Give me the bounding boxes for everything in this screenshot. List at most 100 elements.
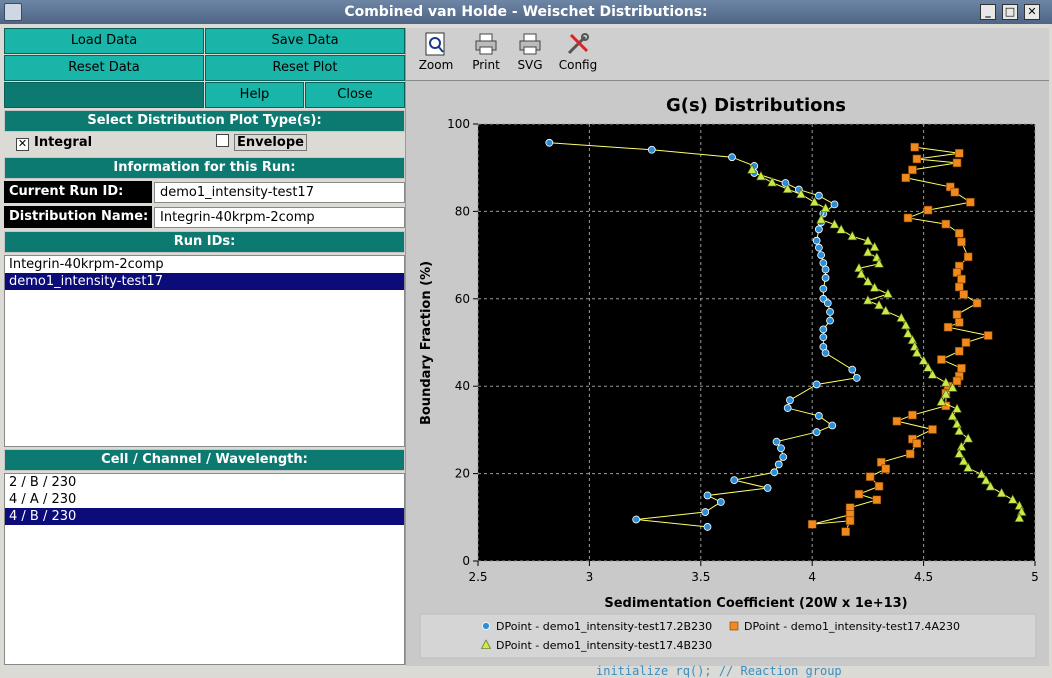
data-point	[828, 421, 837, 430]
button-spacer	[4, 82, 204, 108]
list-item-selected[interactable]: 4 / B / 230	[5, 508, 404, 525]
data-point	[928, 425, 937, 434]
data-point	[950, 187, 960, 197]
config-label: Config	[558, 58, 598, 72]
print-label: Print	[472, 58, 500, 72]
window-title: Combined van Holde - Weischet Distributi…	[344, 4, 708, 20]
data-point	[814, 243, 823, 252]
data-point	[983, 331, 993, 340]
data-point	[952, 376, 962, 386]
reset-data-button[interactable]: Reset Data	[4, 55, 204, 81]
current-run-field[interactable]: demo1_intensity-test17	[154, 182, 405, 203]
data-point	[972, 298, 982, 308]
data-point	[826, 308, 834, 316]
data-point	[826, 316, 834, 325]
y-tick-label: 0	[462, 554, 470, 568]
data-point	[770, 468, 779, 477]
data-point	[819, 325, 828, 334]
x-tick-label: 5	[1031, 570, 1039, 584]
data-point	[912, 439, 922, 448]
data-point	[830, 200, 839, 209]
data-point	[908, 165, 917, 175]
data-point	[954, 346, 964, 356]
list-item[interactable]: Integrin-40krpm-2comp	[5, 256, 404, 273]
data-point	[903, 213, 913, 223]
y-tick-label: 80	[455, 204, 470, 218]
help-button[interactable]: Help	[205, 82, 304, 108]
plot-area: G(s) Distributions 2.5 3 3.5 4 4.5 5 0 20 40 60 80…	[406, 80, 1049, 666]
data-point	[957, 363, 966, 373]
integral-checkbox[interactable]: ✕ Integral	[16, 132, 92, 154]
svg-tool[interactable]: SVG	[508, 32, 552, 72]
data-point	[954, 228, 964, 238]
chart[interactable]: G(s) Distributions 2.5 3 3.5 4 4.5 5 0 20 40 60 80…	[406, 81, 1049, 666]
data-point	[845, 516, 855, 526]
print-tool[interactable]: Print	[464, 32, 508, 72]
zoom-icon	[425, 32, 445, 56]
envelope-checkbox[interactable]: Envelope	[216, 132, 307, 154]
integral-label: Integral	[34, 135, 93, 150]
legend-label: DPoint - demo1_intensity-test17.4B230	[496, 639, 712, 652]
maximize-icon[interactable]: □	[1002, 4, 1018, 20]
background-terminal-text: initialize rq(); // Reaction group	[596, 664, 842, 678]
cells-list[interactable]: 2 / B / 230 4 / A / 230 4 / B / 230	[4, 473, 405, 665]
data-point	[772, 437, 781, 446]
data-point	[814, 191, 823, 200]
load-data-button[interactable]: Load Data	[4, 28, 204, 54]
data-point	[959, 290, 969, 299]
x-tick-label: 2.5	[468, 570, 487, 584]
zoom-tool[interactable]: Zoom	[414, 32, 458, 72]
list-item[interactable]: 2 / B / 230	[5, 474, 404, 491]
wrench-screwdriver-icon	[567, 33, 589, 55]
data-point	[647, 145, 656, 154]
data-point	[812, 428, 821, 436]
legend-marker	[482, 622, 490, 630]
data-point	[817, 251, 826, 260]
legend-label: DPoint - demo1_intensity-test17.2B230	[496, 620, 712, 633]
save-data-button[interactable]: Save Data	[205, 28, 405, 54]
data-point	[912, 154, 922, 164]
plot-type-heading: Select Distribution Plot Type(s):	[4, 110, 405, 132]
data-point	[819, 259, 828, 267]
run-ids-list[interactable]: Integrin-40krpm-2comp demo1_intensity-te…	[4, 255, 405, 447]
close-window-icon[interactable]: ✕	[1024, 4, 1040, 20]
data-point	[701, 508, 710, 516]
data-point	[954, 282, 964, 292]
distribution-name-field[interactable]: Integrin-40krpm-2comp	[154, 207, 405, 228]
envelope-label: Envelope	[234, 134, 307, 151]
cells-heading: Cell / Channel / Wavelength:	[4, 449, 405, 471]
data-point	[774, 460, 783, 469]
app-menu-icon[interactable]	[4, 3, 22, 21]
data-point	[954, 148, 964, 158]
current-run-label: Current Run ID:	[4, 181, 152, 203]
data-point	[819, 333, 828, 342]
data-point	[963, 252, 973, 262]
data-point	[852, 373, 861, 382]
data-point	[865, 472, 875, 481]
data-point	[954, 318, 964, 327]
data-point	[545, 138, 554, 147]
config-tool[interactable]: Config	[556, 32, 600, 72]
list-item[interactable]: 4 / A / 230	[5, 491, 404, 508]
chart-title: G(s) Distributions	[666, 95, 846, 116]
data-point	[892, 416, 902, 426]
run-info-heading: Information for this Run:	[4, 157, 405, 179]
checkbox-checked-icon: ✕	[16, 137, 29, 151]
list-item-selected[interactable]: demo1_intensity-test17	[5, 273, 404, 290]
x-tick-label: 3.5	[691, 570, 710, 584]
close-button[interactable]: Close	[305, 82, 405, 108]
data-point	[854, 489, 864, 499]
legend-label: DPoint - demo1_intensity-test17.4A230	[744, 620, 960, 633]
data-point	[814, 412, 823, 420]
data-point	[957, 274, 966, 284]
zoom-label: Zoom	[418, 58, 454, 72]
data-point	[957, 237, 966, 247]
data-point	[807, 519, 817, 529]
data-point	[814, 225, 823, 234]
minimize-icon[interactable]: _	[980, 4, 996, 20]
data-point	[910, 142, 919, 152]
data-point	[819, 284, 828, 293]
y-axis-label: Boundary Fraction (%)	[419, 261, 434, 425]
reset-plot-button[interactable]: Reset Plot	[205, 55, 405, 81]
data-point	[874, 481, 884, 491]
